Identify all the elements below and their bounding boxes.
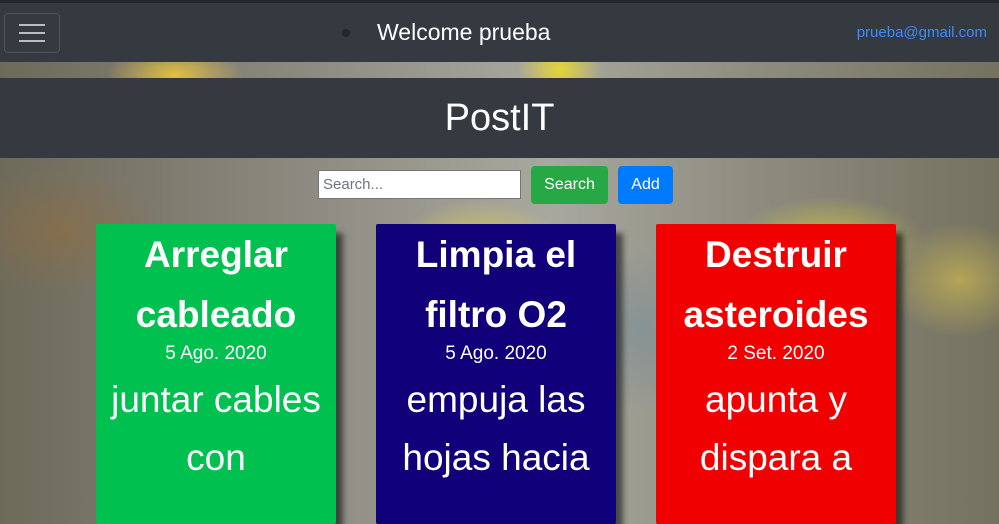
note-body: juntar cables con bbox=[111, 379, 321, 478]
add-note-button[interactable]: Add bbox=[618, 166, 673, 204]
search-input[interactable] bbox=[318, 170, 521, 199]
bullet-icon bbox=[342, 29, 350, 37]
search-button[interactable]: Search bbox=[531, 166, 608, 204]
note-body: apunta y dispara a bbox=[699, 379, 853, 478]
top-navbar: Welcome prueba prueba@gmail.com bbox=[0, 0, 999, 62]
brand-header: PostIT bbox=[0, 78, 999, 158]
page-title: PostIT bbox=[444, 97, 555, 139]
note-title: Arreglar cableado bbox=[135, 234, 297, 335]
note-body: empuja las hojas hacia bbox=[402, 379, 590, 478]
welcome-text: Welcome prueba bbox=[377, 19, 551, 45]
note-card[interactable]: Destruir asteroides 2 Set. 2020 apunta y… bbox=[656, 224, 896, 524]
menu-toggle-button[interactable] bbox=[4, 13, 60, 53]
search-bar: Search Add bbox=[0, 166, 999, 204]
note-title: Destruir asteroides bbox=[683, 234, 869, 335]
note-date: 5 Ago. 2020 bbox=[165, 343, 267, 364]
hamburger-menu-icon-bar bbox=[19, 40, 45, 42]
user-email-link[interactable]: prueba@gmail.com bbox=[857, 23, 987, 43]
hamburger-menu-icon-bar bbox=[19, 32, 45, 34]
note-card[interactable]: Limpia el filtro O2 5 Ago. 2020 empuja l… bbox=[376, 224, 616, 524]
note-date: 5 Ago. 2020 bbox=[445, 343, 547, 364]
hamburger-menu-icon bbox=[19, 24, 45, 26]
note-title: Limpia el filtro O2 bbox=[415, 234, 577, 335]
note-card[interactable]: Arreglar cableado 5 Ago. 2020 juntar cab… bbox=[96, 224, 336, 524]
